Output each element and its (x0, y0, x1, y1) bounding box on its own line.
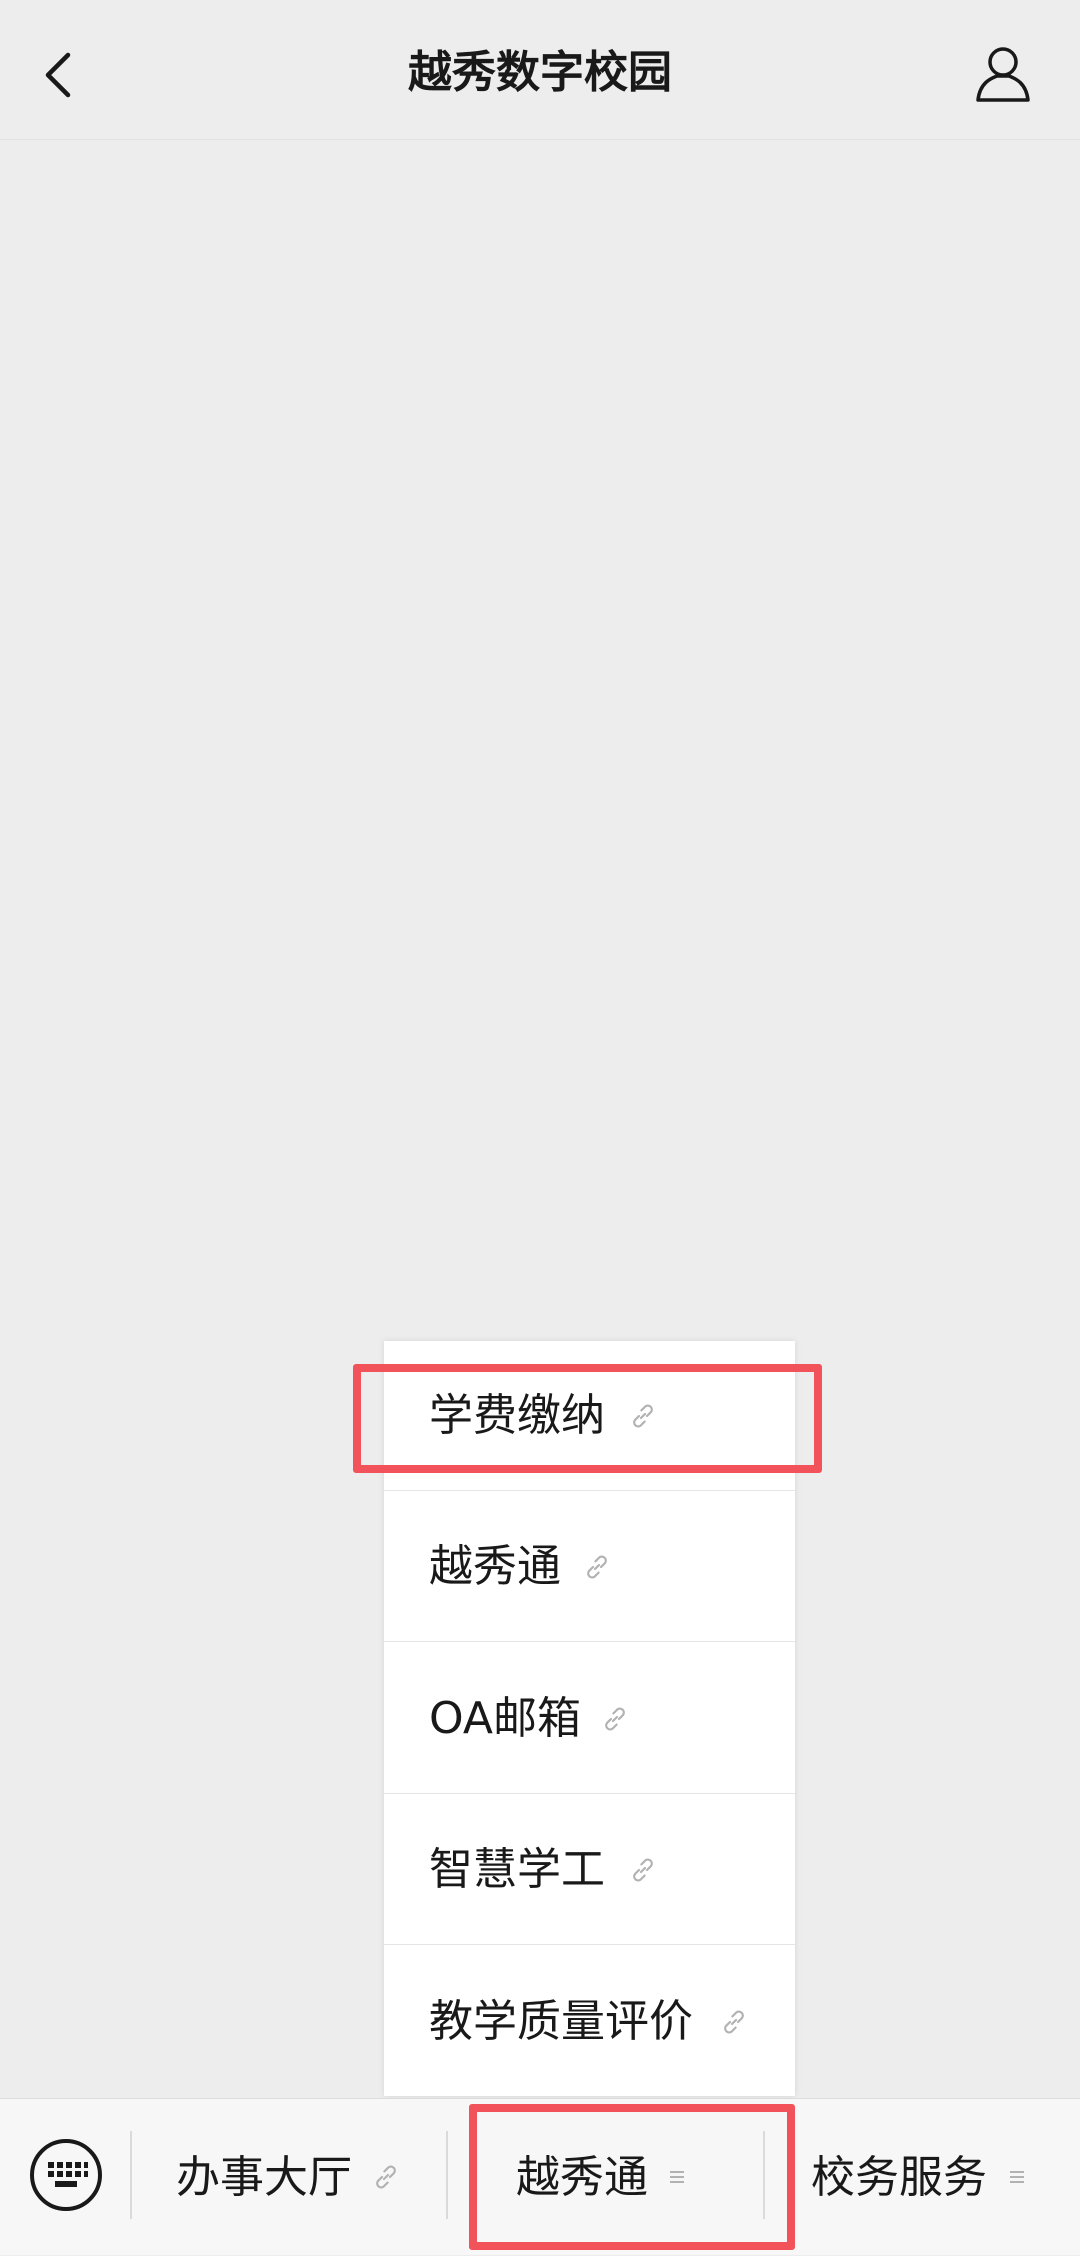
menu-item-label: OA邮箱 (429, 1693, 581, 1744)
tab-label: 越秀通 (516, 2152, 648, 2203)
tab-yuexiutong[interactable]: 越秀通 (448, 2099, 763, 2256)
tab-label: 校务服务 (811, 2152, 987, 2203)
back-button[interactable] (30, 40, 90, 110)
menu-item-yuexiutong[interactable]: 越秀通 (384, 1492, 795, 1642)
menu-item-tuition-payment[interactable]: 学费缴纳 (384, 1341, 795, 1491)
menu-icon (1010, 2171, 1024, 2183)
link-icon (605, 1707, 625, 1731)
tab-service-hall[interactable]: 办事大厅 (132, 2099, 446, 2256)
menu-icon (670, 2171, 684, 2183)
menu-item-teaching-evaluation[interactable]: 教学质量评价 (384, 1947, 795, 2097)
link-icon (376, 2165, 396, 2189)
user-icon (976, 47, 1030, 102)
profile-button[interactable] (970, 42, 1036, 108)
nav-bar: 越秀数字校园 (0, 0, 1080, 140)
bottom-menu-bar: 办事大厅 越秀通 校务服务 (0, 2098, 1080, 2255)
keyboard-toggle-button[interactable] (28, 2137, 104, 2213)
link-icon (724, 2010, 744, 2034)
menu-item-oa-mail[interactable]: OA邮箱 (384, 1644, 795, 1794)
keyboard-icon (30, 2139, 102, 2211)
link-icon (633, 1404, 653, 1428)
menu-item-label: 学费缴纳 (429, 1390, 605, 1441)
menu-item-label: 教学质量评价 (429, 1996, 693, 2047)
link-icon (587, 1555, 607, 1579)
chevron-left-icon (45, 52, 71, 98)
tab-campus-services[interactable]: 校务服务 (765, 2099, 1080, 2256)
page-title: 越秀数字校园 (408, 47, 672, 98)
menu-item-label: 越秀通 (429, 1541, 561, 1592)
menu-item-smart-student-affairs[interactable]: 智慧学工 (384, 1795, 795, 1945)
menu-item-label: 智慧学工 (429, 1844, 605, 1895)
submenu-popup: 学费缴纳 越秀通 OA邮箱 智慧学工 教学质量评价 (384, 1341, 795, 2096)
tab-label: 办事大厅 (176, 2152, 352, 2203)
link-icon (633, 1858, 653, 1882)
